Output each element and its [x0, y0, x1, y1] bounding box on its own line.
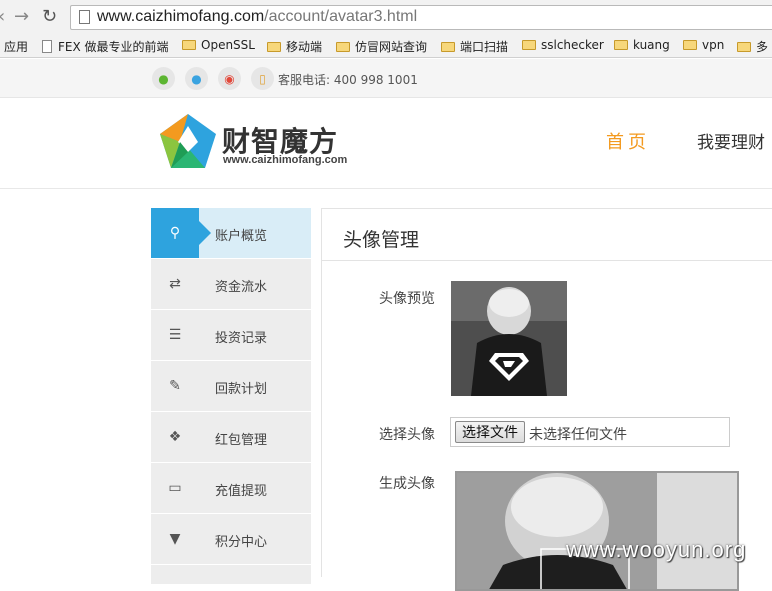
bookmark-more[interactable]: 多	[737, 38, 768, 55]
transfer-icon: ⇄	[169, 276, 181, 292]
watermark-text: www.wooyun.org	[566, 537, 747, 562]
sidebar-item-label: 回款计划	[215, 382, 268, 397]
back-icon[interactable]: ‹	[0, 6, 5, 27]
bookmark-kuang[interactable]: kuang	[614, 38, 670, 52]
sidebar-item-label: 投资记录	[215, 331, 268, 346]
sidebar-item-label: 红包管理	[215, 433, 268, 448]
list-icon: ☰	[168, 327, 182, 343]
logo-icon[interactable]	[158, 112, 218, 170]
browser-toolbar: ‹ → ↻ www.caizhimofang.com/account/avata…	[0, 0, 772, 34]
top-info-bar: ● ● ◉ ▯ 客服电话: 400 998 1001	[0, 59, 772, 98]
sidebar-item-label: 积分中心	[215, 535, 268, 550]
sidebar-item-label: 充值提现	[215, 484, 268, 499]
address-bar[interactable]: www.caizhimofang.com/account/avatar3.htm…	[70, 5, 772, 30]
folder-icon	[441, 41, 455, 52]
phone-icon: ▯	[251, 67, 274, 90]
choose-file-button[interactable]: 选择文件	[455, 421, 525, 443]
bookmark-portscan[interactable]: 端口扫描	[441, 38, 508, 55]
sidebar-item-investments[interactable]: ☰ 投资记录	[151, 310, 311, 361]
sidebar-item-deposit[interactable]: ▭ 充值提现	[151, 463, 311, 514]
sidebar-item-funds[interactable]: ⇄ 资金流水	[151, 259, 311, 310]
bookmark-fex[interactable]: FEX 做最专业的前端	[42, 38, 169, 55]
file-input[interactable]: 选择文件 未选择任何文件	[450, 417, 730, 447]
folder-icon	[683, 40, 697, 50]
sidebar-item[interactable]	[151, 565, 311, 585]
avatar-preview-image	[451, 281, 567, 396]
bookmark-icon: ▼	[169, 531, 181, 547]
reload-icon[interactable]: ↻	[42, 6, 57, 27]
sidebar-item-redpacket[interactable]: ❖ 红包管理	[151, 412, 311, 463]
nav-home[interactable]: 首页	[606, 128, 650, 154]
hotline-text: 客服电话: 400 998 1001	[278, 73, 418, 87]
bookmark-mobile[interactable]: 移动端	[267, 38, 322, 55]
gift-icon: ❖	[168, 429, 182, 445]
qq-icon[interactable]: ●	[185, 67, 208, 90]
bookmarks-bar: 应用 FEX 做最专业的前端 OpenSSL 移动端 仿冒网站查询 端口扫描 s…	[0, 34, 772, 58]
page-icon	[42, 40, 52, 53]
page-icon	[79, 10, 90, 24]
choose-label: 选择头像	[379, 427, 435, 443]
sidebar-item-repayment[interactable]: ✎ 回款计划	[151, 361, 311, 412]
sidebar-item-label: 资金流水	[215, 280, 268, 295]
logo-url: www.caizhimofang.com	[223, 154, 348, 166]
folder-icon	[522, 40, 536, 50]
site-header: 财智魔方 www.caizhimofang.com 首页 我要理财	[0, 98, 772, 189]
folder-icon	[182, 40, 196, 50]
folder-icon	[737, 41, 751, 52]
bookmark-vpn[interactable]: vpn	[683, 38, 724, 52]
forward-icon[interactable]: →	[14, 6, 29, 27]
sidebar-item-overview[interactable]: ⚲ 账户概览	[151, 208, 311, 259]
bookmark-apps[interactable]: 应用	[4, 38, 28, 55]
bookmark-openssl[interactable]: OpenSSL	[182, 38, 255, 52]
weibo-icon[interactable]: ◉	[218, 67, 241, 90]
folder-icon	[614, 40, 628, 50]
folder-icon	[267, 41, 281, 52]
sidebar-item-label: 账户概览	[215, 229, 268, 244]
page-title: 头像管理	[343, 229, 420, 251]
search-icon: ⚲	[151, 208, 211, 258]
panel-header: 头像管理	[322, 209, 772, 261]
edit-icon: ✎	[169, 378, 181, 394]
avatar-crop-area[interactable]	[455, 471, 739, 591]
bookmark-phishing[interactable]: 仿冒网站查询	[336, 38, 427, 55]
folder-icon	[336, 41, 350, 52]
preview-label: 头像预览	[379, 291, 435, 307]
nav-invest[interactable]: 我要理财	[697, 128, 765, 153]
bookmark-sslchecker[interactable]: sslchecker	[522, 38, 604, 52]
card-icon: ▭	[168, 480, 182, 496]
account-sidebar: ⚲ 账户概览 ⇄ 资金流水 ☰ 投资记录 ✎ 回款计划 ❖ 红包管理 ▭ 充值提…	[151, 208, 311, 585]
file-status-text: 未选择任何文件	[529, 427, 627, 443]
generate-label: 生成头像	[379, 476, 435, 492]
url-text: www.caizhimofang.com/account/avatar3.htm…	[97, 8, 418, 25]
wechat-icon[interactable]: ●	[152, 67, 175, 90]
avatar-panel: 头像管理 头像预览 选择头像 选择文件 未选择任何文件 生成头像	[321, 208, 772, 591]
sidebar-item-points[interactable]: ▼ 积分中心	[151, 514, 311, 565]
